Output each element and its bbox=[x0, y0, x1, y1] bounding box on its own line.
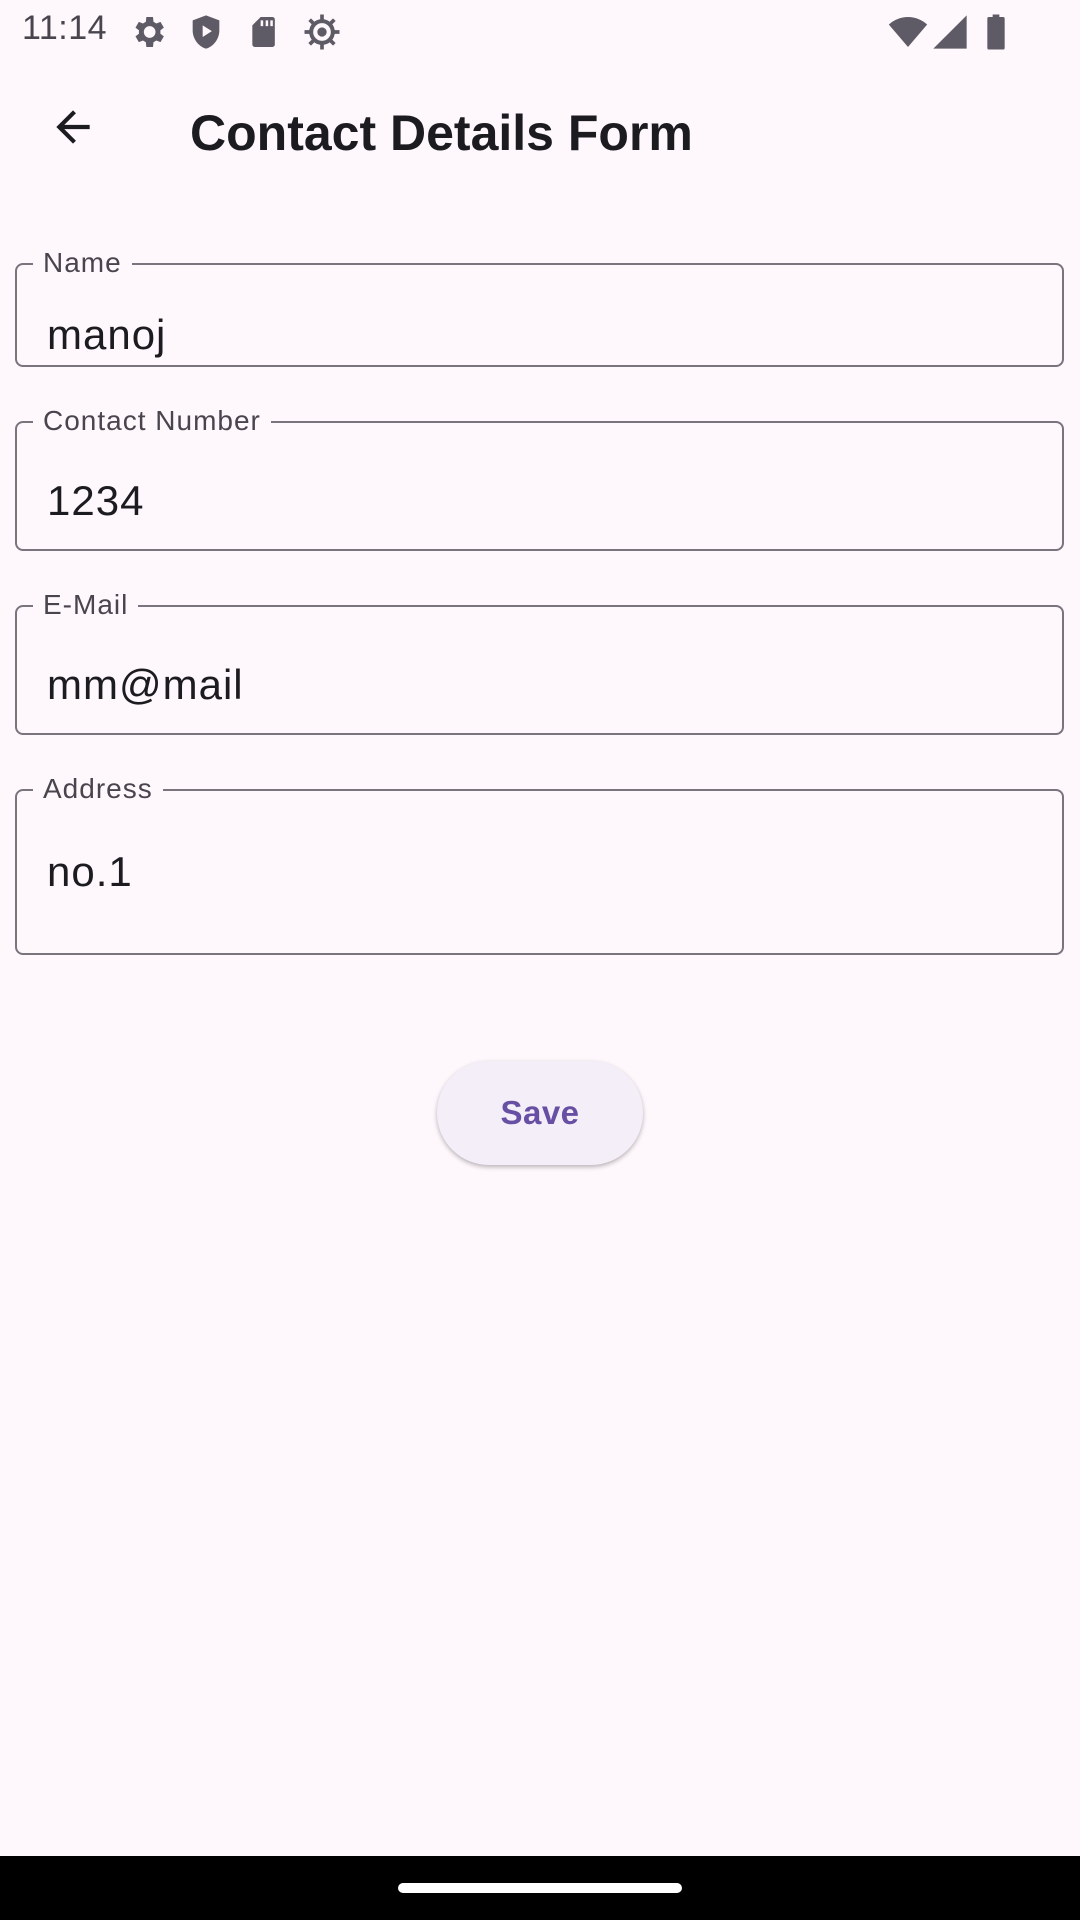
settings-gear-icon bbox=[128, 12, 168, 52]
navigation-bar bbox=[0, 1856, 1080, 1920]
email-field-label: E-Mail bbox=[33, 588, 139, 622]
app-bar: Contact Details Form bbox=[0, 68, 1080, 204]
address-field[interactable]: Address no.1 bbox=[15, 772, 1064, 955]
shield-play-icon bbox=[186, 12, 226, 52]
address-field-label: Address bbox=[33, 772, 163, 806]
email-field[interactable]: E-Mail mm@mail bbox=[15, 588, 1064, 735]
page-title: Contact Details Form bbox=[190, 105, 693, 161]
battery-icon bbox=[976, 12, 1016, 52]
status-bar: 11:14 bbox=[0, 0, 1080, 64]
contact-number-field[interactable]: Contact Number 1234 bbox=[15, 404, 1064, 551]
contact-number-field-label: Contact Number bbox=[33, 404, 271, 438]
cellular-signal-icon bbox=[930, 12, 970, 52]
name-field[interactable]: Name manoj bbox=[15, 246, 1064, 367]
save-button[interactable]: Save bbox=[437, 1061, 643, 1165]
name-field-label: Name bbox=[33, 246, 132, 280]
debug-bug-icon bbox=[302, 12, 342, 52]
name-field-value[interactable]: manoj bbox=[47, 310, 166, 360]
wifi-icon bbox=[888, 12, 928, 52]
home-indicator[interactable] bbox=[398, 1883, 682, 1893]
back-button[interactable] bbox=[36, 92, 110, 166]
address-field-value[interactable]: no.1 bbox=[47, 847, 133, 897]
arrow-back-icon bbox=[48, 102, 98, 157]
contact-number-field-value[interactable]: 1234 bbox=[47, 476, 144, 526]
sd-card-icon bbox=[244, 12, 284, 52]
status-time: 11:14 bbox=[22, 9, 108, 47]
email-field-value[interactable]: mm@mail bbox=[47, 660, 244, 710]
